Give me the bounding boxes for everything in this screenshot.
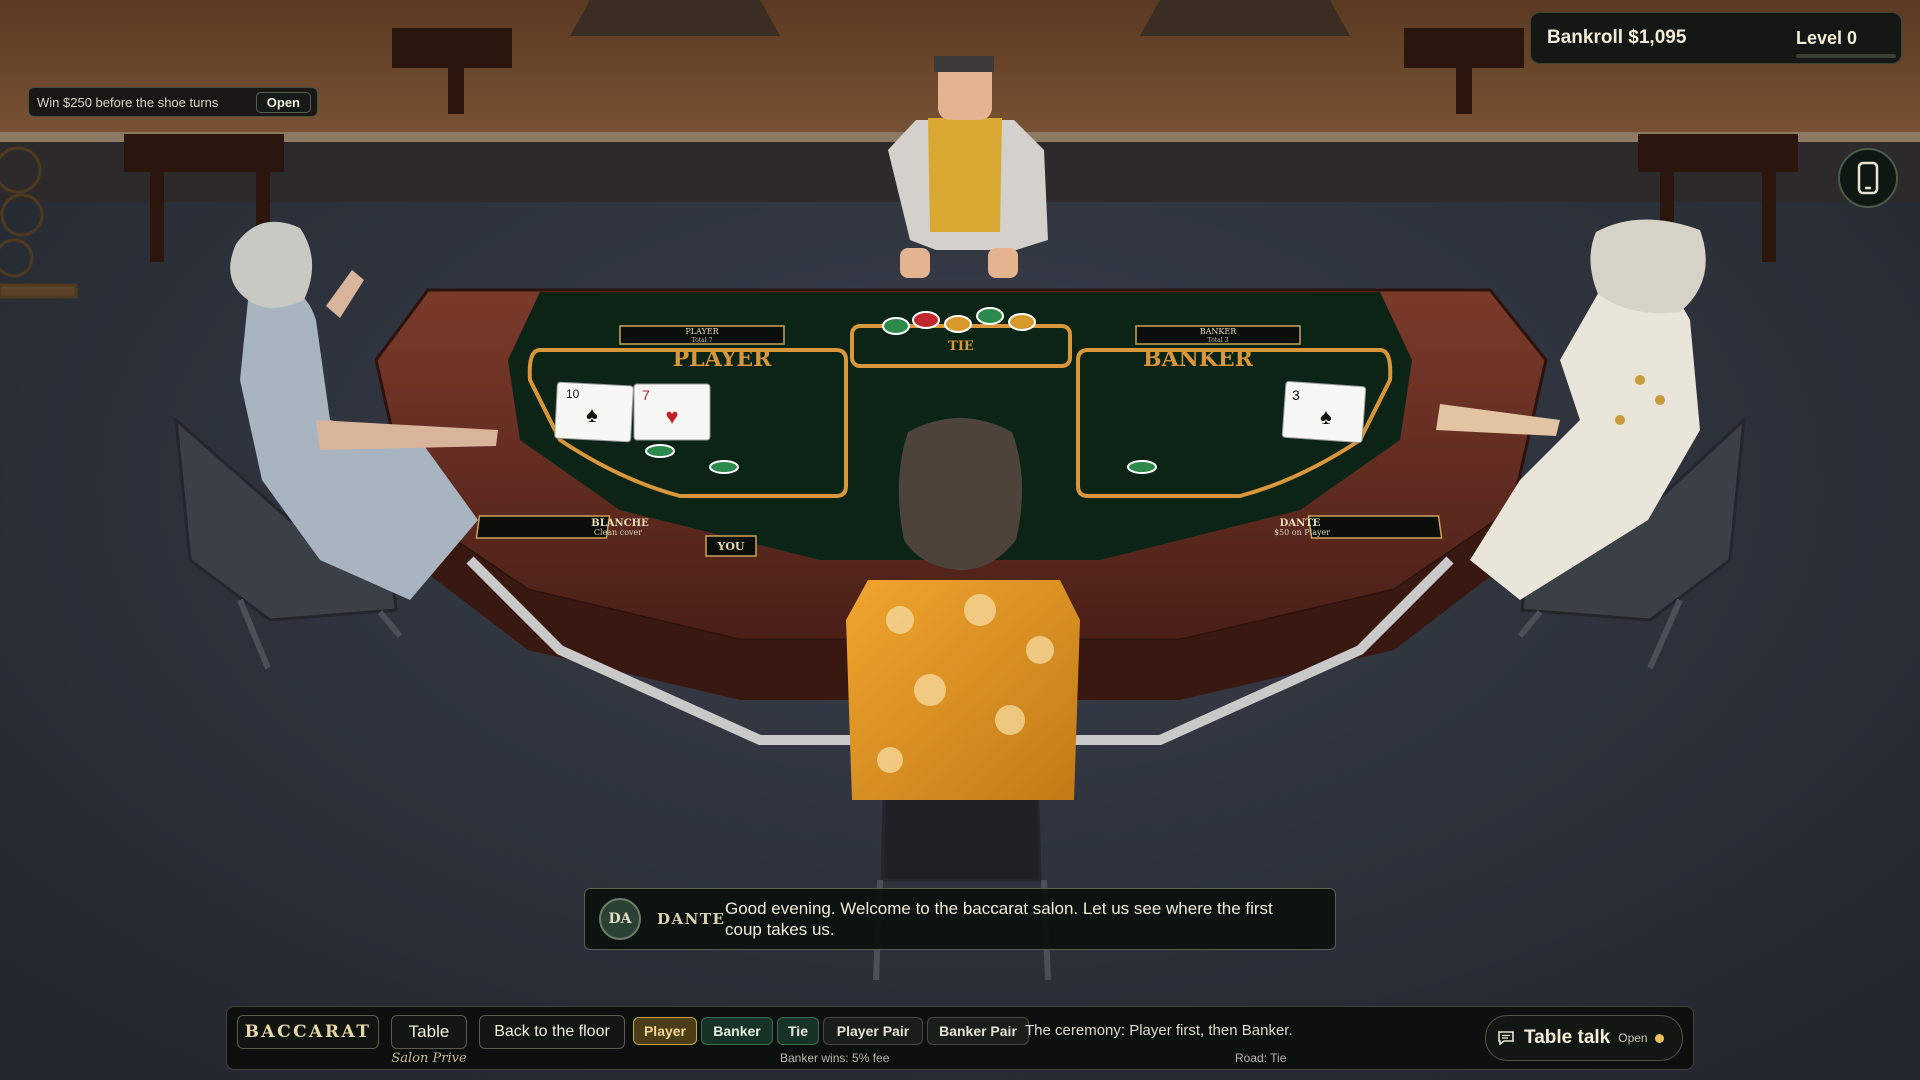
player-plate-title: PLAYER [685,327,719,336]
salon-subtitle: Salon Prive [391,1051,467,1066]
phone-icon [1857,161,1879,195]
bet-player-pair-button[interactable]: Player Pair [823,1017,923,1045]
banker-total-plate: BANKER Total 3 [1135,325,1301,345]
banker-area-label: BANKER [1143,346,1254,372]
bet-tie-button[interactable]: Tie [777,1017,819,1045]
phone-button[interactable] [1838,148,1898,208]
level-label: Level 0 [1795,27,1857,48]
bankroll-panel: Bankroll $1,095 Level 0 [1530,12,1902,64]
banker-card: 3 ♠ [1281,380,1367,444]
goal-text: Win $250 before the shoe turns [37,94,219,110]
goal-banner: Win $250 before the shoe turns Open [28,87,318,117]
chip [709,460,739,474]
chat-icon [1498,1031,1514,1045]
ceiling-lamp [1140,0,1350,36]
seat-plate-blanche: BLANCHE Clean cover [475,515,649,539]
banker-plate-total: Total 3 [1208,337,1229,344]
player-card: 7 ♥ [633,383,711,441]
player-total-plate: PLAYER Total 7 [619,325,785,345]
table-talk-button[interactable]: Table talk Open [1485,1015,1683,1061]
bet-banker-button[interactable]: Banker [701,1017,773,1045]
spade-icon: ♠ [1320,404,1332,429]
status-dot [1654,1033,1664,1043]
level-progress-bar [1795,53,1896,58]
banker-plate-title: BANKER [1200,327,1237,336]
player-card-rank: 7 [642,387,650,403]
heart-icon: ♥ [665,404,678,429]
bet-player-button[interactable]: Player [633,1017,697,1045]
speaker-avatar: DA [599,898,641,940]
chip [645,444,675,458]
chip [1127,460,1157,474]
seat-plate-dante: DANTE $50 on Player [1274,515,1443,539]
back-to-floor-button[interactable]: Back to the floor [479,1015,625,1049]
tab-table[interactable]: Table [391,1015,467,1049]
ceremony-hint: The ceremony: Player first, then Banker. [1025,1022,1293,1039]
level-indicator: Level 0 [1795,27,1896,58]
banker-fee-note: Banker wins: 5% fee [780,1051,890,1065]
svg-text:YOU: YOU [716,540,744,553]
bet-banker-pair-button[interactable]: Banker Pair [927,1017,1029,1045]
player-area-label: PLAYER [673,346,772,372]
you-marker: YOU [705,535,757,557]
table-talk-label: Table talk [1524,1027,1611,1048]
seat-note: Clean cover [594,528,642,537]
goal-open-button[interactable]: Open [255,91,311,113]
banker-card-rank: 3 [1292,387,1300,403]
spade-icon: ♠ [586,402,598,427]
game-brand: BACCARAT [237,1015,379,1049]
table-talk-status: Open [1618,1031,1648,1045]
ceiling-lamp [570,0,780,36]
road-status: Road: Tie [1235,1051,1287,1065]
speaker-name: DANTE [657,910,726,928]
player-card-rank: 10 [566,387,580,401]
player-card: 10 ♠ [554,381,634,443]
seat-note: $50 on Player [1274,528,1330,537]
bankroll-amount: Bankroll $1,095 [1547,27,1687,48]
tie-area-label: TIE [948,339,974,354]
dialogue-text: Good evening. Welcome to the baccarat sa… [725,899,1273,939]
player-plate-total: Total 7 [692,337,713,344]
dialogue-box: DA DANTE Good evening. Welcome to the ba… [584,888,1336,950]
bottom-bar: BACCARAT Table Salon Prive Back to the f… [226,1006,1694,1070]
